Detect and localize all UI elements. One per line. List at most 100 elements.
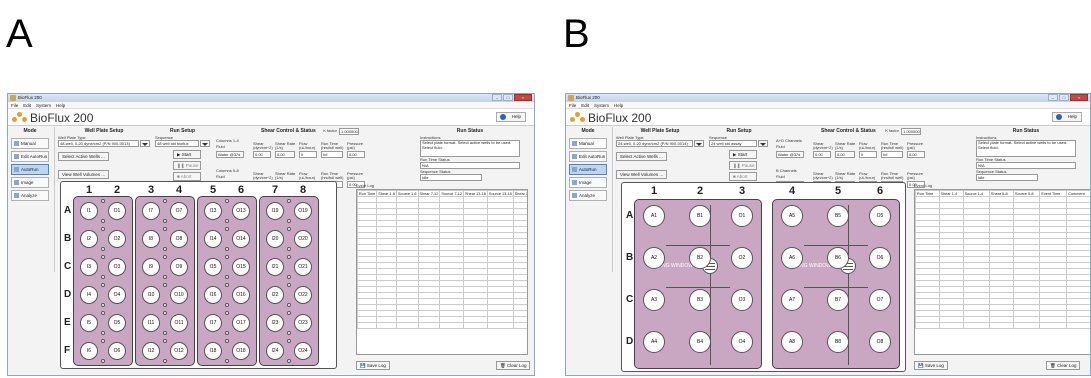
well[interactable]: A3 xyxy=(643,289,665,311)
well[interactable]: I14 xyxy=(204,230,222,248)
well[interactable]: B5 xyxy=(827,205,849,227)
well[interactable]: I18 xyxy=(204,342,222,360)
plate-type-select[interactable]: 24-well, 0-20 dyne/cm2 (P/N 900-0014) xyxy=(616,140,693,147)
well[interactable]: I22 xyxy=(266,286,284,304)
plate-type-dropdown[interactable] xyxy=(140,140,150,147)
menu-help[interactable]: Help xyxy=(614,102,623,108)
mode-manual-button[interactable]: Manual xyxy=(11,138,49,149)
event-log-table[interactable]: Run Time Shear 1-6 Source 1-6 Shear 7-12 Sou… xyxy=(356,189,528,355)
mode-analyze-button[interactable]: Analyze xyxy=(11,190,49,201)
mode-edit-autorun-button[interactable]: Edit AutoRun xyxy=(569,151,607,162)
well[interactable]: B4 xyxy=(689,331,711,353)
well[interactable]: O22 xyxy=(294,286,312,304)
k-factor-input[interactable]: 1.000000 xyxy=(339,128,359,135)
well[interactable]: O12 xyxy=(170,342,188,360)
start-button[interactable]: ▶ Start xyxy=(729,150,757,159)
well[interactable]: A7 xyxy=(781,289,803,311)
well[interactable]: O2 xyxy=(108,230,126,248)
well[interactable]: I7 xyxy=(142,202,160,220)
menu-file[interactable]: File xyxy=(569,102,576,108)
save-log-button[interactable]: 💾 Save Log xyxy=(914,361,948,370)
well[interactable]: I9 xyxy=(142,258,160,276)
well[interactable]: I1 xyxy=(80,202,98,220)
well[interactable]: O15 xyxy=(232,258,250,276)
well[interactable]: I4 xyxy=(80,286,98,304)
well[interactable]: I15 xyxy=(204,258,222,276)
well[interactable]: I16 xyxy=(204,286,222,304)
well[interactable]: I24 xyxy=(266,342,284,360)
well[interactable]: I6 xyxy=(80,342,98,360)
sequence-select[interactable]: 48 well std bioflux xyxy=(155,140,199,147)
mode-manual-button[interactable]: Manual xyxy=(569,138,607,149)
well[interactable]: O7 xyxy=(170,202,188,220)
well[interactable]: O5 xyxy=(108,314,126,332)
well[interactable]: I13 xyxy=(204,202,222,220)
well[interactable]: I8 xyxy=(142,230,160,248)
view-well-volumes-button[interactable]: View Well Volumes ... xyxy=(616,170,668,179)
well[interactable]: I3 xyxy=(80,258,98,276)
sequence-dropdown[interactable] xyxy=(200,140,210,147)
mode-analyze-button[interactable]: Analyze xyxy=(569,190,607,201)
shear-fluid-field[interactable]: Water @37d xyxy=(216,151,244,158)
well[interactable]: O8 xyxy=(170,230,188,248)
select-active-wells-button[interactable]: Select Active Wells ... xyxy=(58,152,109,161)
clear-log-button[interactable]: 🗑 Clear Log xyxy=(496,361,531,370)
menu-edit[interactable]: Edit xyxy=(581,102,589,108)
menu-system[interactable]: System xyxy=(594,102,609,108)
well[interactable]: O4 xyxy=(108,286,126,304)
well[interactable]: O13 xyxy=(232,202,250,220)
well[interactable]: O8 xyxy=(869,331,891,353)
well[interactable]: A1 xyxy=(643,205,665,227)
well[interactable]: O10 xyxy=(170,286,188,304)
menu-file[interactable]: File xyxy=(11,102,18,108)
mode-image-button[interactable]: Image xyxy=(569,177,607,188)
close-button[interactable]: × xyxy=(514,94,532,101)
well[interactable]: I2 xyxy=(80,230,98,248)
well[interactable]: B7 xyxy=(827,289,849,311)
well[interactable]: O6 xyxy=(869,247,891,269)
abort-button[interactable]: ■ Abort xyxy=(729,172,757,181)
well[interactable]: O20 xyxy=(294,230,312,248)
well[interactable]: I17 xyxy=(204,314,222,332)
shear-fluid-field[interactable]: Water @37d xyxy=(776,151,804,158)
well[interactable]: O14 xyxy=(232,230,250,248)
well[interactable]: A2 xyxy=(643,247,665,269)
pause-button[interactable]: ❚❚ Pause xyxy=(173,161,201,170)
help-button[interactable]: Help xyxy=(1052,112,1082,122)
well[interactable]: O1 xyxy=(108,202,126,220)
well[interactable]: O17 xyxy=(232,314,250,332)
well[interactable]: I12 xyxy=(142,342,160,360)
well[interactable]: O18 xyxy=(232,342,250,360)
well[interactable]: O1 xyxy=(731,205,753,227)
well[interactable]: B6 xyxy=(827,247,849,269)
mode-autorun-button[interactable]: AutoRun xyxy=(569,164,607,175)
select-active-wells-button[interactable]: Select Active Wells ... xyxy=(616,152,667,161)
well[interactable]: A5 xyxy=(781,205,803,227)
well[interactable]: B8 xyxy=(827,331,849,353)
well[interactable]: A4 xyxy=(643,331,665,353)
well[interactable]: I19 xyxy=(266,202,284,220)
well[interactable]: O5 xyxy=(869,205,891,227)
well[interactable]: I23 xyxy=(266,314,284,332)
menu-system[interactable]: System xyxy=(36,102,51,108)
menu-help[interactable]: Help xyxy=(56,102,65,108)
well[interactable]: B2 xyxy=(689,247,711,269)
well[interactable]: A6 xyxy=(781,247,803,269)
well[interactable]: O2 xyxy=(731,247,753,269)
sequence-dropdown[interactable] xyxy=(758,140,768,147)
maximize-button[interactable]: □ xyxy=(1059,94,1069,101)
well[interactable]: O11 xyxy=(170,314,188,332)
plate-type-dropdown[interactable] xyxy=(694,140,704,147)
view-well-volumes-button[interactable]: View Well Volumes ... xyxy=(58,170,110,179)
well[interactable]: I5 xyxy=(80,314,98,332)
well[interactable]: O23 xyxy=(294,314,312,332)
help-button[interactable]: Help xyxy=(496,112,526,122)
well[interactable]: O24 xyxy=(294,342,312,360)
well[interactable]: A8 xyxy=(781,331,803,353)
mode-image-button[interactable]: Image xyxy=(11,177,49,188)
well[interactable]: O3 xyxy=(108,258,126,276)
well[interactable]: O4 xyxy=(731,331,753,353)
well[interactable]: I21 xyxy=(266,258,284,276)
save-log-button[interactable]: 💾 Save Log xyxy=(356,361,390,370)
well[interactable]: O6 xyxy=(108,342,126,360)
